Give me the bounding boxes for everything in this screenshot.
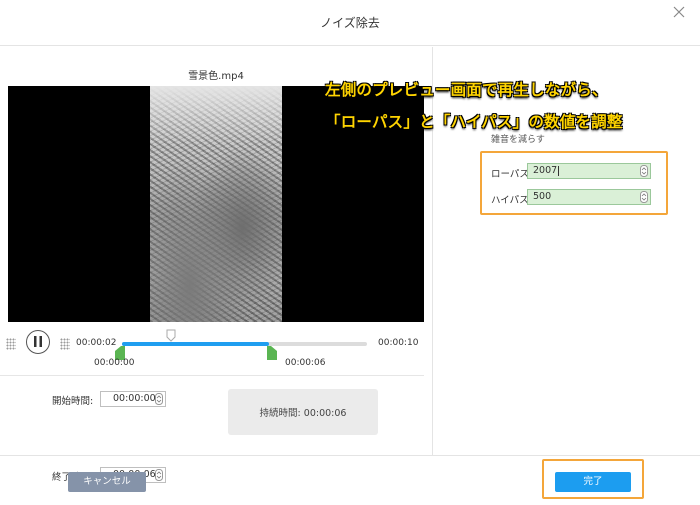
- range-end-handle[interactable]: [267, 345, 277, 360]
- timeline-track[interactable]: [122, 342, 367, 346]
- lowpass-input[interactable]: 2007: [527, 163, 651, 179]
- highpass-value: 500: [533, 191, 552, 202]
- highpass-label: ハイパス: [491, 195, 529, 206]
- duration-panel: 持続時間: 00:00:06: [228, 389, 378, 435]
- duration-value: 00:00:06: [303, 408, 347, 419]
- lowpass-label: ローパス: [491, 169, 529, 180]
- lowpass-value: 2007: [533, 165, 558, 176]
- text-cursor: [558, 165, 560, 176]
- grip-left-icon: [6, 338, 16, 350]
- annotation-line-2: 「ローパス」と「ハイパス」の数値を調整: [325, 113, 623, 131]
- footer-bar: キャンセル 完了: [0, 455, 700, 505]
- spinner-icon[interactable]: [640, 165, 648, 177]
- highpass-input[interactable]: 500: [527, 189, 651, 205]
- video-frame: [150, 86, 282, 322]
- timeline-selected-range: [122, 342, 269, 346]
- cancel-button[interactable]: キャンセル: [68, 472, 146, 492]
- spinner-icon[interactable]: [155, 393, 163, 405]
- divider: [0, 375, 424, 376]
- start-time-value: 00:00:00: [113, 393, 156, 404]
- close-icon[interactable]: [672, 4, 686, 18]
- annotation-overlay: 左側のプレビュー画面で再生しながら、 「ローパス」と「ハイパス」の数値を調整: [325, 74, 623, 138]
- duration-label: 持続時間:: [259, 408, 301, 419]
- playhead-handle[interactable]: [166, 327, 176, 342]
- title-bar: ノイズ除去: [0, 0, 700, 46]
- range-end-label: 00:00:06: [285, 358, 326, 368]
- pause-icon: [34, 336, 42, 347]
- start-time-input[interactable]: 00:00:00: [100, 391, 166, 407]
- dialog-title: ノイズ除去: [320, 16, 380, 30]
- range-start-label: 00:00:00: [94, 358, 135, 368]
- done-button[interactable]: 完了: [555, 472, 631, 492]
- start-time-label: 開始時間:: [52, 396, 94, 407]
- grip-right-icon: [60, 338, 70, 350]
- duration-display: 持続時間: 00:00:06: [228, 405, 378, 419]
- total-time: 00:00:10: [378, 338, 419, 348]
- annotation-line-1: 左側のプレビュー画面で再生しながら、: [325, 81, 608, 99]
- pause-button[interactable]: [26, 330, 50, 354]
- spinner-icon[interactable]: [640, 191, 648, 203]
- range-start-handle[interactable]: [115, 345, 125, 360]
- current-time: 00:00:02: [76, 338, 117, 348]
